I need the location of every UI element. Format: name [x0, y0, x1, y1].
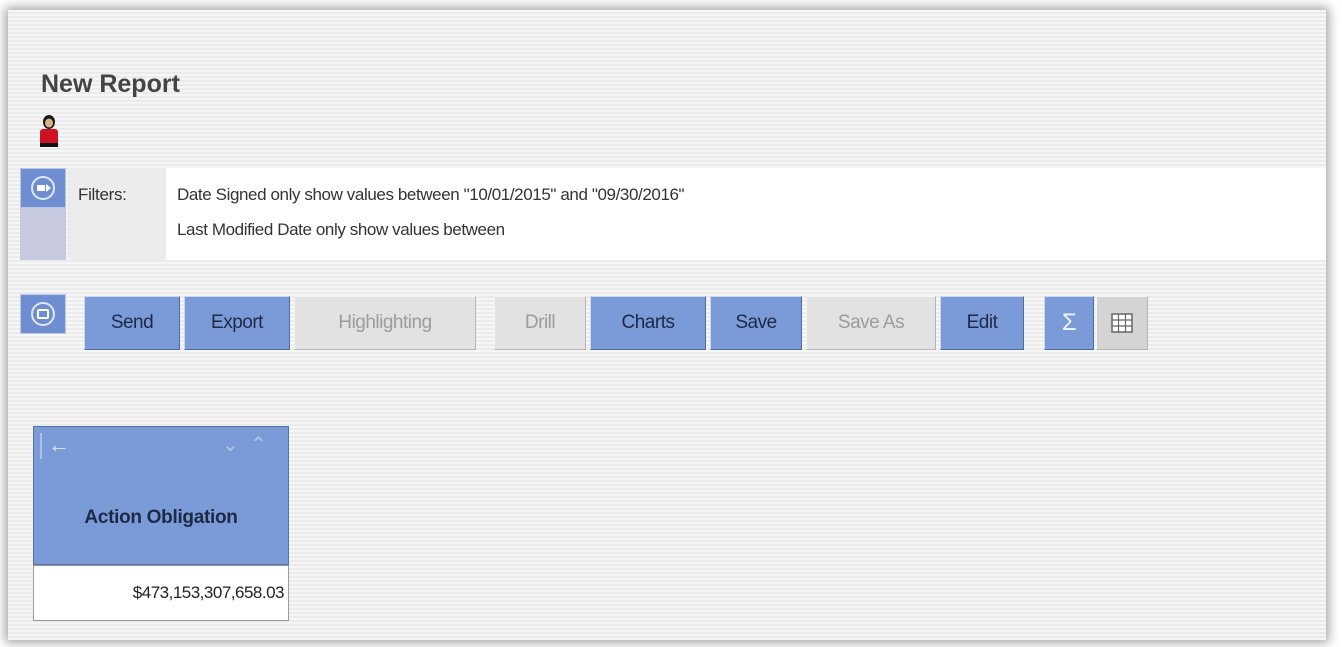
- save-button[interactable]: Save: [710, 296, 802, 350]
- grid-icon: [1111, 313, 1133, 333]
- filters-text: Date Signed only show values between "10…: [166, 168, 1326, 260]
- export-button[interactable]: Export: [184, 296, 290, 350]
- filters-label: Filters:: [78, 185, 127, 204]
- column-drag-grip[interactable]: [40, 433, 42, 459]
- move-left-icon[interactable]: ←: [48, 431, 70, 459]
- highlighting-button[interactable]: Highlighting: [294, 296, 476, 350]
- collapse-filters-button[interactable]: [20, 168, 66, 208]
- send-button[interactable]: Send: [84, 296, 180, 350]
- edit-button[interactable]: Edit: [940, 296, 1024, 350]
- filters-label-cell: Filters:: [68, 168, 166, 260]
- drill-button[interactable]: Drill: [494, 296, 586, 350]
- column-header-label: Action Obligation: [84, 507, 238, 528]
- filter-line-last-modified: Last Modified Date only show values betw…: [177, 220, 505, 239]
- save-as-button[interactable]: Save As: [806, 296, 936, 350]
- charts-button[interactable]: Charts: [590, 296, 706, 350]
- sort-ascending-icon[interactable]: ⌃: [250, 431, 267, 459]
- report-window: New Report Filters: Date Signed only sho…: [8, 10, 1326, 640]
- sort-descending-icon[interactable]: ⌄: [222, 431, 239, 459]
- toolbar-toggle-button[interactable]: [20, 294, 66, 334]
- grid-view-button[interactable]: [1096, 296, 1148, 350]
- collapse-icon: [31, 176, 55, 200]
- sum-button[interactable]: Σ: [1044, 296, 1094, 350]
- page-title: New Report: [41, 70, 180, 98]
- filter-panel-toggle[interactable]: [20, 168, 66, 260]
- toolbar-toggle-icon: [31, 302, 55, 326]
- column-header-action-obligation[interactable]: ← ⌄ ⌃ Action Obligation: [33, 426, 289, 565]
- filter-line-date-signed: Date Signed only show values between "10…: [177, 185, 685, 204]
- table-cell-total: $473,153,307,658.03: [33, 565, 289, 621]
- user-icon[interactable]: [38, 113, 60, 147]
